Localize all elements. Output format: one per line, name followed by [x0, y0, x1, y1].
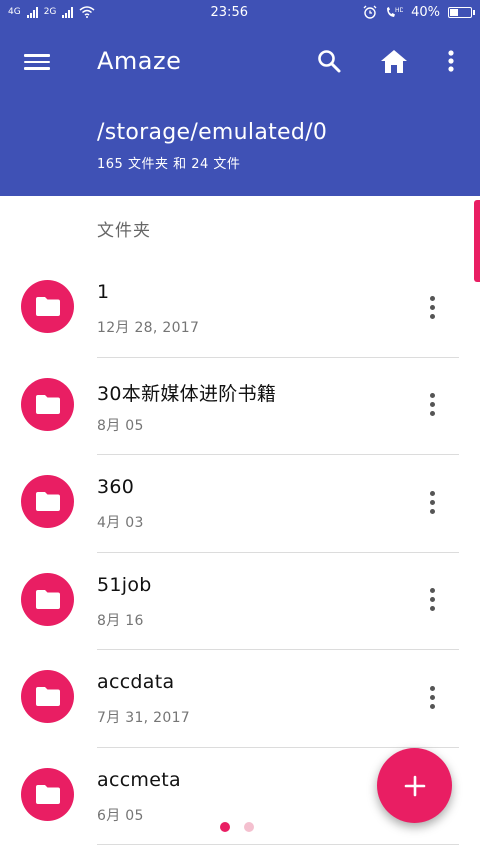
network-1-label: 4G	[8, 7, 21, 17]
item-date: 8月 16	[97, 612, 144, 629]
wifi-icon	[79, 6, 95, 18]
more-vert-icon	[448, 50, 454, 72]
item-name: 30本新媒体进阶书籍	[97, 382, 277, 405]
list-item[interactable]: 1 12月 28, 2017	[0, 260, 480, 358]
status-bar-left: 4G 2G	[8, 6, 95, 18]
page-indicator	[220, 822, 254, 832]
item-name: accdata	[97, 671, 175, 693]
battery-percent: 40%	[411, 4, 440, 20]
signal-2-icon	[62, 6, 74, 18]
item-name: 1	[97, 281, 110, 303]
item-date: 7月 31, 2017	[97, 710, 191, 726]
list-item[interactable]: accdata 7月 31, 2017	[0, 650, 480, 748]
folder-icon	[21, 572, 74, 626]
item-more-button[interactable]	[420, 586, 444, 614]
item-date: 6月 05	[97, 807, 144, 824]
item-more-button[interactable]	[420, 391, 444, 419]
signal-1-icon	[26, 6, 38, 18]
page-dot-active	[220, 822, 230, 832]
item-more-button[interactable]	[420, 293, 444, 321]
hamburger-menu-icon	[22, 54, 52, 70]
folder-icon	[21, 377, 74, 431]
item-counts: 165 文件夹 和 24 文件	[97, 157, 241, 172]
item-name: accmeta	[97, 768, 181, 791]
page-dot	[244, 822, 254, 832]
search-button[interactable]	[314, 46, 344, 76]
folder-icon	[21, 670, 74, 723]
item-date: 8月 05	[97, 417, 144, 434]
folder-icon	[21, 475, 74, 528]
search-icon	[318, 50, 341, 73]
folder-icon	[21, 767, 74, 821]
network-2-label: 2G	[43, 7, 57, 17]
more-options-button[interactable]	[436, 46, 466, 76]
add-fab-button[interactable]	[377, 748, 452, 823]
svg-text:HD: HD	[395, 7, 403, 14]
folder-icon	[21, 280, 74, 333]
status-bar-right: HD 40%	[363, 4, 475, 20]
item-more-button[interactable]	[420, 488, 444, 516]
list-item[interactable]: 360 4月 03	[0, 455, 480, 553]
battery-icon	[448, 6, 475, 18]
home-button[interactable]	[379, 46, 409, 76]
alarm-icon	[363, 5, 377, 19]
list-item[interactable]: 51job 8月 16	[0, 553, 480, 650]
item-more-button[interactable]	[420, 683, 444, 711]
item-name: 51job	[97, 573, 152, 596]
menu-button[interactable]	[22, 50, 52, 74]
current-path[interactable]: /storage/emulated/0	[97, 120, 327, 145]
status-bar: 4G 2G 23:56 HD 40%	[0, 0, 480, 24]
item-date: 4月 03	[97, 515, 144, 531]
plus-icon	[404, 775, 425, 796]
app-bar: Amaze /storage/emulated/0 165 文件夹 和 24 文…	[0, 24, 480, 196]
section-header-folders: 文件夹	[97, 221, 151, 241]
item-name: 360	[97, 476, 135, 498]
home-icon	[381, 50, 407, 73]
list-item[interactable]: 30本新媒体进阶书籍 8月 05	[0, 358, 480, 455]
divider	[97, 844, 459, 845]
volte-call-icon: HD	[387, 7, 403, 17]
app-title: Amaze	[97, 47, 182, 75]
clock: 23:56	[210, 4, 248, 20]
item-date: 12月 28, 2017	[97, 320, 200, 336]
